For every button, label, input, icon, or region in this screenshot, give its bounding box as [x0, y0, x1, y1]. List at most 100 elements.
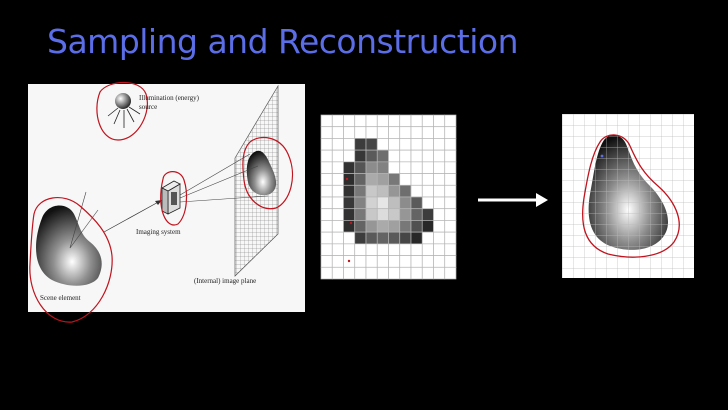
illumination-label-2: source	[139, 103, 158, 111]
pixel-cell	[433, 243, 446, 256]
pixel-cell	[354, 149, 367, 163]
pixel-cell	[421, 231, 434, 245]
pixel-cell	[365, 220, 378, 233]
pixel-cell	[354, 126, 367, 139]
pixel-cell	[410, 173, 423, 186]
slide-title: Sampling and Reconstruction	[47, 22, 519, 61]
pixel-cell	[365, 231, 378, 245]
pixel-cell	[343, 220, 356, 233]
camera-icon	[161, 180, 181, 215]
pixel-cell	[343, 208, 356, 221]
pixel-cell	[433, 149, 446, 163]
pixel-cell	[331, 114, 344, 128]
pixel-cell	[399, 126, 412, 139]
pixel-cell	[354, 184, 367, 198]
pixel-cell	[365, 161, 378, 174]
pixel-cell	[421, 149, 434, 163]
pixel-cell	[444, 243, 457, 256]
pixel-cell	[365, 126, 378, 139]
pixel-cell	[388, 173, 401, 186]
pixel-cell	[421, 161, 434, 174]
pixel-cell	[388, 243, 401, 256]
pixel-cell	[331, 220, 344, 233]
pixel-cell	[354, 208, 367, 221]
sampled-image-panel	[320, 114, 457, 280]
pixel-cell	[410, 196, 423, 210]
pixel-cell	[433, 266, 446, 280]
pixel-cell	[354, 196, 367, 210]
pixel-cell	[421, 208, 434, 221]
pixel-cell	[444, 173, 457, 186]
pixel-cell	[354, 231, 367, 245]
pixel-cell	[331, 173, 344, 186]
pixel-cell	[354, 266, 367, 280]
pixel-cell	[399, 255, 412, 268]
pixel-cell	[433, 138, 446, 151]
pixel-cell	[444, 208, 457, 221]
pixel-cell	[399, 220, 412, 233]
pixel-cell	[376, 173, 389, 186]
pixel-cell	[331, 126, 344, 139]
pixel-cell	[388, 184, 401, 198]
pixel-cell	[320, 208, 333, 221]
pixel-cell	[388, 149, 401, 163]
reconstructed-image-panel	[562, 114, 694, 278]
pixel-cell	[331, 255, 344, 268]
pixel-cell	[433, 208, 446, 221]
pixel-cell	[399, 161, 412, 174]
pixel-cell	[399, 266, 412, 280]
pixel-cell	[433, 255, 446, 268]
pixel-cell	[399, 196, 412, 210]
pixel-cell	[444, 266, 457, 280]
pixel-cell	[410, 266, 423, 280]
pixel-cell	[343, 138, 356, 151]
pixel-cell	[444, 149, 457, 163]
pixel-cell	[376, 266, 389, 280]
pixel-cell	[421, 173, 434, 186]
imaging-diagram	[29, 81, 294, 323]
pixel-grid	[320, 114, 457, 280]
pixel-cell	[354, 220, 367, 233]
pixel-cell	[444, 138, 457, 151]
pixel-cell	[410, 126, 423, 139]
pixel-cell	[376, 184, 389, 198]
pixel-cell	[444, 220, 457, 233]
pixel-cell	[410, 255, 423, 268]
pixel-cell	[376, 220, 389, 233]
pixel-cell	[376, 138, 389, 151]
pixel-cell	[410, 149, 423, 163]
pixel-cell	[343, 196, 356, 210]
pixel-cell	[421, 138, 434, 151]
pixel-cell	[399, 184, 412, 198]
pixel-cell	[376, 114, 389, 128]
imaging-diagram-panel: Illumination (energy) source Imaging sys…	[28, 81, 305, 323]
pixel-cell	[433, 173, 446, 186]
pixel-cell	[388, 231, 401, 245]
pixel-cell	[444, 255, 457, 268]
pixel-cell	[376, 196, 389, 210]
red-dot-mark	[345, 177, 349, 181]
pixel-cell	[320, 161, 333, 174]
pixel-cell	[376, 243, 389, 256]
pixel-cell	[320, 266, 333, 280]
pixel-cell	[320, 114, 333, 128]
pixel-cell	[433, 126, 446, 139]
pixel-cell	[343, 231, 356, 245]
pixel-cell	[421, 266, 434, 280]
pixel-cell	[320, 173, 333, 186]
pixel-cell	[399, 114, 412, 128]
pixel-cell	[410, 114, 423, 128]
pixel-cell	[433, 196, 446, 210]
pixel-cell	[365, 114, 378, 128]
pixel-cell	[421, 196, 434, 210]
pixel-cell	[343, 126, 356, 139]
pixel-cell	[343, 243, 356, 256]
pixel-cell	[331, 266, 344, 280]
pixel-cell	[433, 220, 446, 233]
pixel-cell	[365, 196, 378, 210]
pixel-cell	[331, 161, 344, 174]
pixel-cell	[354, 173, 367, 186]
illumination-label-1: Illumination (energy)	[139, 94, 199, 102]
pixel-cell	[410, 138, 423, 151]
pixel-cell	[410, 184, 423, 198]
